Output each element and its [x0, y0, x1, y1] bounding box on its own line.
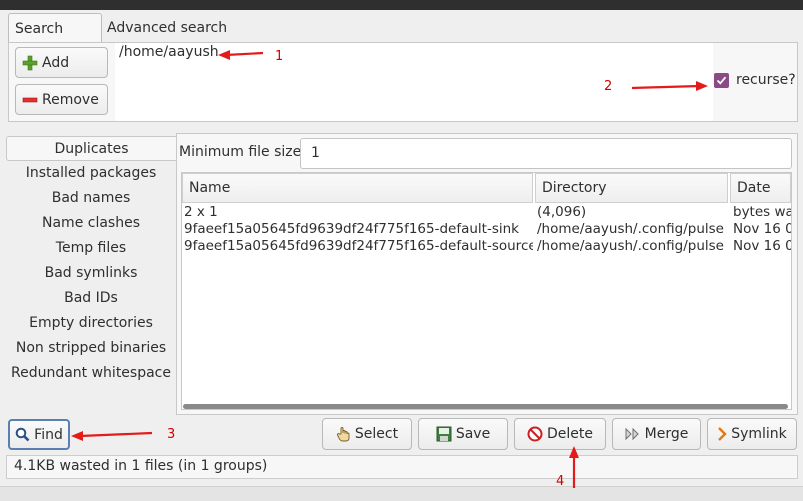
- annotation-number-2: 2: [604, 79, 613, 94]
- annotation-arrow-3: [71, 431, 153, 441]
- annotation-overlay: [71, 50, 708, 488]
- annotation-number-1: 1: [275, 49, 284, 64]
- annotation-number-4: 4: [556, 474, 565, 489]
- annotation-arrow-4: [569, 446, 579, 488]
- annotation-arrow-2: [631, 81, 708, 91]
- annotation-number-3: 3: [167, 427, 176, 442]
- annotation-arrow-1: [218, 50, 264, 60]
